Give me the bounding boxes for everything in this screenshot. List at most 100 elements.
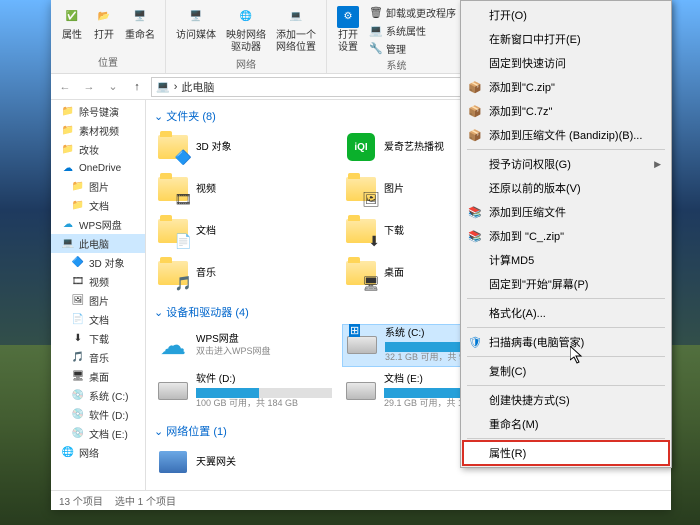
sidebar-item-1[interactable]: 📁素材视频 xyxy=(51,121,145,140)
recent-dropdown[interactable]: ⌄ xyxy=(103,77,123,97)
folder-item-0[interactable]: 🔷3D 对象 xyxy=(154,128,334,166)
sidebar-item-label: OneDrive xyxy=(79,163,121,174)
up-button[interactable]: ↑ xyxy=(127,77,147,97)
sidebar-item-icon: 📁 xyxy=(61,105,75,119)
context-item-23[interactable]: 属性(R) xyxy=(463,441,669,465)
sidebar-item-2[interactable]: 📁改妆 xyxy=(51,140,145,159)
rename-icon: 🖥️ xyxy=(129,6,151,28)
sysprops-button[interactable]: 💻系统属性 xyxy=(365,22,460,39)
context-item-4[interactable]: 📦添加到"C.7z" xyxy=(463,99,669,123)
sidebar-item-8[interactable]: 🔷3D 对象 xyxy=(51,253,145,272)
context-item-10[interactable]: 📚添加到 "C_.zip" xyxy=(463,224,669,248)
folder-item-4[interactable]: 📄文档 xyxy=(154,212,334,250)
back-button[interactable]: ← xyxy=(55,77,75,97)
sidebar-item-0[interactable]: 📁 除号键演 xyxy=(51,102,145,121)
context-item-7[interactable]: 授予访问权限(G)▶ xyxy=(463,152,669,176)
sidebar-item-label: 除号键演 xyxy=(79,104,119,119)
context-item-9[interactable]: 📚 添加到压缩文件 xyxy=(463,200,669,224)
add-location-button[interactable]: 💻 添加一个 网络位置 xyxy=(272,4,320,56)
sidebar-item-icon: ☁ xyxy=(61,218,75,232)
sidebar-item-15[interactable]: 💿系统 (C:) xyxy=(51,386,145,405)
context-item-20[interactable]: 创建快捷方式(S) xyxy=(463,388,669,412)
folder-item-6[interactable]: 🎵音乐 xyxy=(154,254,334,292)
sidebar-item-18[interactable]: 🌐网络 xyxy=(51,443,145,462)
sidebar-item-16[interactable]: 💿软件 (D:) xyxy=(51,405,145,424)
drive-item-0[interactable]: ☁WPS网盘双击进入WPS网盘 xyxy=(154,324,334,367)
drive-sub: 双击进入WPS网盘 xyxy=(196,346,332,358)
sidebar-item-icon: 💻 xyxy=(61,237,75,251)
address-bar[interactable]: 💻 › 此电脑 v ↻ xyxy=(151,77,513,97)
settings-icon: ⚙ xyxy=(337,6,359,28)
sidebar-item-icon: 📁 xyxy=(71,180,85,194)
sidebar-item-label: 桌面 xyxy=(89,369,109,384)
sidebar-item-17[interactable]: 💿文档 (E:) xyxy=(51,424,145,443)
context-separator xyxy=(467,385,665,386)
access-media-button[interactable]: 🖥️ 访问媒体 xyxy=(172,4,220,44)
sidebar-item-7[interactable]: 💻此电脑 xyxy=(51,234,145,253)
context-item-label: 添加到压缩文件 xyxy=(489,204,566,220)
network-item-0[interactable]: 天翼网关 xyxy=(154,443,334,481)
context-item-label: 重命名(M) xyxy=(489,416,539,432)
manage-button[interactable]: 🔧管理 xyxy=(365,40,460,57)
context-item-label: 添加到"C.zip" xyxy=(489,79,555,95)
rename-button[interactable]: 🖥️ 重命名 xyxy=(121,4,159,44)
map-drive-button[interactable]: 🌐 映射网络 驱动器 xyxy=(222,4,270,56)
sidebar-item-4[interactable]: 📁图片 xyxy=(51,177,145,196)
sidebar-item-10[interactable]: 🖼图片 xyxy=(51,291,145,310)
drive-name: 软件 (D:) xyxy=(196,373,332,386)
context-item-label: 还原以前的版本(V) xyxy=(489,180,581,196)
context-item-label: 添加到压缩文件 (Bandizip)(B)... xyxy=(489,127,642,143)
properties-label: 属性 xyxy=(62,30,82,42)
context-item-8[interactable]: 还原以前的版本(V) xyxy=(463,176,669,200)
network-name: 天翼网关 xyxy=(196,456,332,469)
drive-item-2[interactable]: 软件 (D:)100 GB 可用，共 184 GB xyxy=(154,371,334,412)
sidebar-item-11[interactable]: 📄 文档 xyxy=(51,310,145,329)
open-settings-button[interactable]: ⚙ 打开 设置 xyxy=(333,4,363,56)
sidebar-item-label: 文档 xyxy=(89,312,109,327)
sidebar-item-label: 软件 (D:) xyxy=(89,407,128,422)
context-item-label: 授予访问权限(G) xyxy=(489,156,571,172)
context-item-0[interactable]: 打开(O) xyxy=(463,3,669,27)
sidebar-item-icon: ⬇ xyxy=(71,332,85,346)
sidebar-item-13[interactable]: 🎵音乐 xyxy=(51,348,145,367)
context-item-5[interactable]: 📦添加到压缩文件 (Bandizip)(B)... xyxy=(463,123,669,147)
context-item-11[interactable]: 计算MD5 xyxy=(463,248,669,272)
properties-button[interactable]: ✅ 属性 xyxy=(57,4,87,44)
folder-icon: ⬇ xyxy=(344,214,378,248)
uninstall-button[interactable]: 🗑卸载或更改程序 xyxy=(365,4,460,21)
status-bar: 13 个项目 选中 1 个项目 xyxy=(51,490,671,510)
context-separator xyxy=(467,356,665,357)
context-item-16[interactable]: 🛡扫描病毒(电脑管家) xyxy=(463,330,669,354)
context-item-12[interactable]: 固定到"开始"屏幕(P) xyxy=(463,272,669,296)
folder-icon: 📄 xyxy=(156,214,190,248)
manage-icon: 🔧 xyxy=(369,42,383,56)
sidebar-item-icon: 🖥 xyxy=(71,370,85,384)
open-button[interactable]: 📂 打开 xyxy=(89,4,119,44)
add-location-icon: 💻 xyxy=(285,6,307,28)
open-label: 打开 xyxy=(94,30,114,42)
map-drive-label: 映射网络 驱动器 xyxy=(226,30,266,54)
sidebar-item-14[interactable]: 🖥 桌面 xyxy=(51,367,145,386)
context-item-2[interactable]: 固定到快速访问 xyxy=(463,51,669,75)
context-item-3[interactable]: 📦添加到"C.zip" xyxy=(463,75,669,99)
context-item-1[interactable]: 在新窗口中打开(E) xyxy=(463,27,669,51)
sidebar-item-icon: 📁 xyxy=(61,143,75,157)
folder-item-2[interactable]: 🎞视频 xyxy=(154,170,334,208)
sidebar-item-9[interactable]: 🎞视频 xyxy=(51,272,145,291)
context-separator xyxy=(467,149,665,150)
context-item-18[interactable]: 复制(C) xyxy=(463,359,669,383)
sidebar-item-icon: 📄 xyxy=(71,313,85,327)
sidebar-item-3[interactable]: ☁OneDrive xyxy=(51,159,145,177)
sidebar-item-6[interactable]: ☁WPS网盘 xyxy=(51,215,145,234)
access-media-label: 访问媒体 xyxy=(176,30,216,42)
folder-icon: 🔷 xyxy=(156,130,190,164)
folder-name: 视频 xyxy=(196,183,332,196)
sidebar-item-5[interactable]: 📁文档 xyxy=(51,196,145,215)
context-item-21[interactable]: 重命名(M) xyxy=(463,412,669,436)
group-system-label: 系统 xyxy=(387,57,407,72)
folder-icon: 🎵 xyxy=(156,256,190,290)
sidebar-item-12[interactable]: ⬇下载 xyxy=(51,329,145,348)
context-item-14[interactable]: 格式化(A)... xyxy=(463,301,669,325)
context-item-icon: 📚 xyxy=(467,204,483,220)
forward-button[interactable]: → xyxy=(79,77,99,97)
